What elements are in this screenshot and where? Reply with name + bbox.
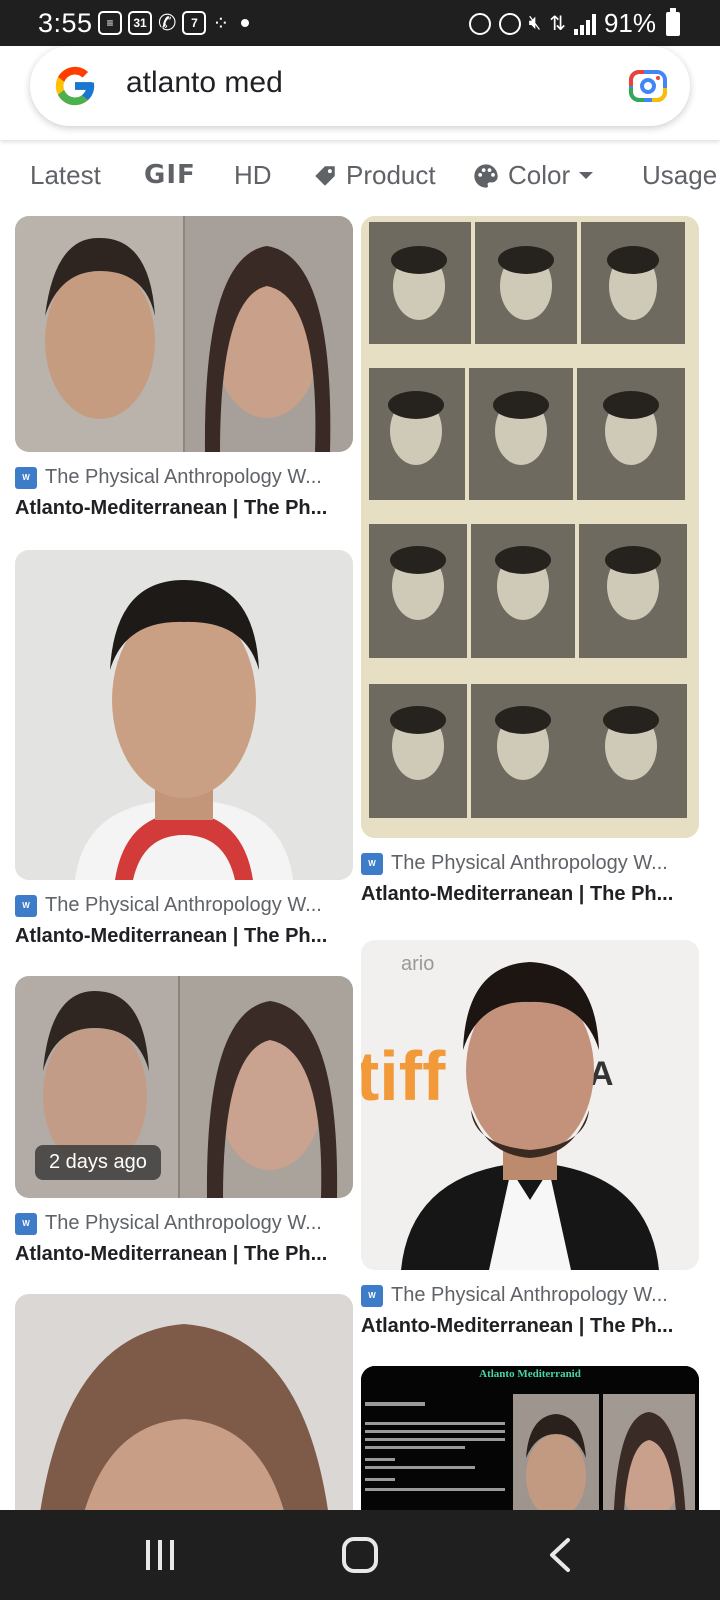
apps-icon: ⁘ xyxy=(212,12,230,35)
system-status-icons: 🔇︎ ⇅ 91% xyxy=(468,7,680,39)
calendar-icon: 31 xyxy=(128,11,152,35)
status-time: 3:55 xyxy=(38,8,93,38)
google-logo[interactable] xyxy=(52,63,98,109)
result-source[interactable]: W The Physical Anthropology W... xyxy=(15,1212,353,1235)
result-title[interactable]: Atlanto-Mediterranean | The Ph... xyxy=(361,883,699,906)
result-image[interactable] xyxy=(361,216,699,838)
result-card[interactable] xyxy=(15,1294,353,1510)
svg-text:tiff: tiff xyxy=(361,1037,446,1115)
result-title[interactable]: Atlanto-Mediterranean | The Ph... xyxy=(361,1315,699,1338)
result-title[interactable]: Atlanto-Mediterranean | The Ph... xyxy=(15,925,353,948)
chevron-down-icon xyxy=(579,171,594,179)
result-source[interactable]: W The Physical Anthropology W... xyxy=(361,852,699,875)
result-image[interactable] xyxy=(15,550,353,880)
result-source[interactable]: W The Physical Anthropology W... xyxy=(15,466,353,489)
chip-usage[interactable]: Usage xyxy=(642,160,717,191)
result-card[interactable]: W The Physical Anthropology W... Atlanto-… xyxy=(15,216,353,520)
wiki-icon: W xyxy=(361,852,383,875)
vintage-portraits-image xyxy=(361,216,699,838)
data-icon: ⇅ xyxy=(549,13,566,35)
nfc-icon xyxy=(468,12,491,35)
home-button[interactable] xyxy=(330,1532,390,1578)
result-card[interactable]: W The Physical Anthropology W... Atlanto-… xyxy=(361,216,699,906)
chip-hd-label: HD xyxy=(234,160,272,190)
composite-faces-image xyxy=(15,216,353,452)
closeup-face-image xyxy=(15,1294,353,1510)
infographic-title: Atlanto Mediterranid xyxy=(479,1368,581,1380)
source-label: The Physical Anthropology W... xyxy=(391,852,668,874)
message-icon: ≡ xyxy=(98,11,122,35)
result-title[interactable]: Atlanto-Mediterranean | The Ph... xyxy=(15,497,353,520)
wiki-icon: W xyxy=(361,1284,383,1307)
google-lens-icon[interactable] xyxy=(628,66,668,106)
man-in-suit-image: ario tiff A xyxy=(361,940,699,1270)
source-label: The Physical Anthropology W... xyxy=(45,894,322,916)
chip-product-label: Product xyxy=(346,160,436,190)
missed-call-icon: ✆ xyxy=(158,10,177,35)
infographic-image xyxy=(361,1366,699,1510)
result-card[interactable]: 2 days ago W The Physical Anthropology W.… xyxy=(15,976,353,1266)
portrait-man-image xyxy=(15,550,353,880)
alarm-icon xyxy=(498,12,521,35)
palette-icon xyxy=(474,163,498,188)
search-input[interactable]: atlanto med xyxy=(126,66,283,100)
wiki-icon: W xyxy=(15,1212,37,1235)
wiki-icon: W xyxy=(15,466,37,489)
result-card[interactable]: ario tiff A W The Physical Anthropology W… xyxy=(361,940,699,1338)
search-box[interactable]: atlanto med xyxy=(30,46,690,126)
result-title[interactable]: Atlanto-Mediterranean | The Ph... xyxy=(15,1243,353,1266)
result-card[interactable]: W The Physical Anthropology W... Atlanto-… xyxy=(15,550,353,948)
date-badge: 2 days ago xyxy=(35,1145,161,1180)
signal-icon xyxy=(573,13,596,35)
chip-hd[interactable]: HD xyxy=(234,160,272,191)
source-label: The Physical Anthropology W... xyxy=(45,1212,322,1234)
back-button[interactable] xyxy=(532,1532,592,1578)
chip-gif[interactable]: GIF xyxy=(144,160,196,190)
more-notifications-dot xyxy=(241,19,250,27)
chip-usage-label: Usage xyxy=(642,160,718,190)
mute-icon: 🔇︎ xyxy=(528,12,542,34)
svg-text:ario: ario xyxy=(401,953,434,975)
wiki-icon: W xyxy=(15,894,37,917)
recent-apps-button[interactable] xyxy=(130,1532,190,1578)
chip-color-label: Color xyxy=(508,160,571,190)
chip-gif-label: GIF xyxy=(144,160,196,190)
navigation-bar xyxy=(0,1510,720,1600)
result-image[interactable] xyxy=(15,1294,353,1510)
result-image[interactable]: Atlanto Mediterranid xyxy=(361,1366,699,1510)
result-source[interactable]: W The Physical Anthropology W... xyxy=(15,894,353,917)
chip-color[interactable]: Color xyxy=(472,160,594,191)
battery-percent: 91% xyxy=(603,8,656,38)
result-card[interactable]: Atlanto Mediterranid xyxy=(361,1366,699,1510)
battery-icon xyxy=(666,7,680,36)
tag-icon xyxy=(315,165,335,186)
result-source[interactable]: W The Physical Anthropology W... xyxy=(361,1284,699,1307)
calendar-day-icon: 7 xyxy=(182,11,207,35)
result-image[interactable] xyxy=(15,216,353,452)
result-image[interactable]: 2 days ago xyxy=(15,976,353,1198)
notification-icons: ≡ 31 ✆ 7 ⁘ xyxy=(98,10,250,36)
source-label: The Physical Anthropology W... xyxy=(45,466,322,488)
status-bar: 3:55 ≡ 31 ✆ 7 ⁘ 🔇︎ ⇅ 91% xyxy=(0,0,720,46)
search-header: atlanto med xyxy=(0,46,720,140)
chip-latest[interactable]: Latest xyxy=(30,160,101,191)
chip-product[interactable]: Product xyxy=(312,160,436,191)
filter-chips: Latest GIF HD Product Color Usage xyxy=(0,150,720,206)
chip-latest-label: Latest xyxy=(30,160,101,190)
source-label: The Physical Anthropology W... xyxy=(391,1284,668,1306)
result-image[interactable]: ario tiff A xyxy=(361,940,699,1270)
image-results: W The Physical Anthropology W... Atlanto-… xyxy=(0,210,720,1510)
